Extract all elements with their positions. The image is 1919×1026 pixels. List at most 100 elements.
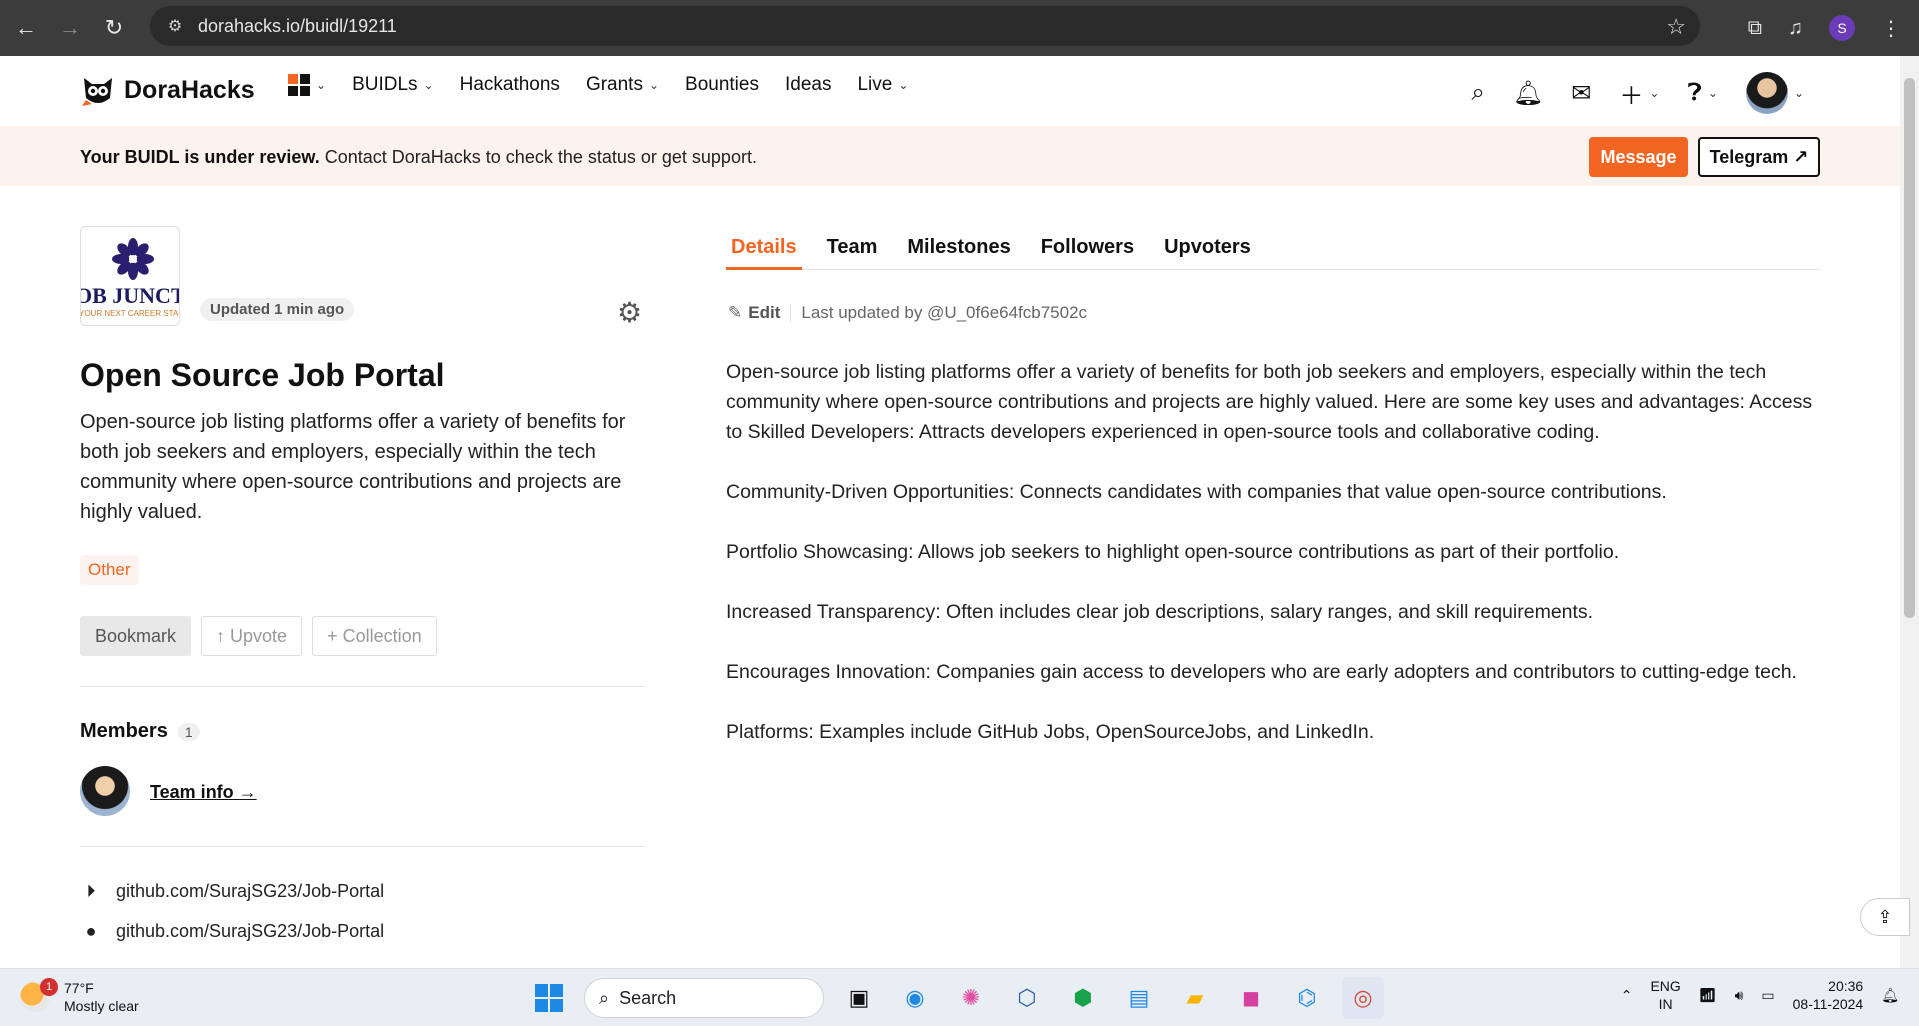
intellij-icon[interactable]: ◼: [1230, 977, 1272, 1019]
clock[interactable]: 20:36 08-11-2024: [1793, 977, 1864, 1013]
nav-ideas[interactable]: Ideas: [785, 74, 831, 96]
back-icon[interactable]: ←: [8, 10, 44, 46]
team-info-link[interactable]: Team info →: [150, 782, 257, 803]
edge-icon[interactable]: ◉: [894, 977, 936, 1019]
members-heading: Members 1: [80, 720, 200, 743]
add-collection-button[interactable]: + Collection: [312, 616, 437, 656]
nav-live[interactable]: Live ⌄: [857, 74, 908, 96]
mail-icon[interactable]: ✉: [1571, 79, 1591, 108]
edit-button[interactable]: Edit: [748, 303, 780, 323]
github-link[interactable]: ● github.com/SurajSG23/Job-Portal: [80, 920, 385, 942]
kaspersky-icon[interactable]: ⬢: [1062, 977, 1104, 1019]
windows-start-icon[interactable]: [528, 977, 570, 1019]
tab-details[interactable]: Details: [726, 236, 802, 270]
category-tag[interactable]: Other: [80, 555, 139, 585]
details-paragraph: Increased Transparency: Often includes c…: [726, 601, 1594, 623]
weather-widget[interactable]: 1 77°F Mostly clear: [20, 978, 139, 1015]
tab-team[interactable]: Team: [822, 236, 883, 270]
telegram-button[interactable]: Telegram ↗: [1698, 137, 1820, 177]
tab-upvoters[interactable]: Upvoters: [1159, 236, 1256, 270]
chevron-down-icon: ⌄: [1793, 86, 1804, 100]
help-menu[interactable]: ❓︎ ⌄: [1687, 79, 1718, 107]
nav-label: Grants: [585, 74, 643, 95]
project-logo-tagline: YOUR NEXT CAREER STARTS H: [80, 309, 179, 318]
gear-icon[interactable]: ⚙: [617, 296, 642, 329]
nav-label: Hackathons: [459, 74, 560, 95]
bookmark-button[interactable]: Bookmark: [80, 616, 192, 656]
member-avatar[interactable]: [80, 766, 130, 816]
chevron-down-icon: ⌄: [898, 78, 909, 92]
url-text[interactable]: dorahacks.io/buidl/19211: [198, 16, 397, 37]
task-view-icon[interactable]: ▣: [838, 977, 880, 1019]
github-icon: ●: [85, 920, 97, 941]
tab-followers[interactable]: Followers: [1036, 236, 1139, 270]
bell-icon[interactable]: 🔔︎: [1513, 79, 1543, 108]
language-indicator[interactable]: ENG IN: [1650, 977, 1680, 1013]
copilot-icon[interactable]: ✺: [950, 977, 992, 1019]
nav-buidls[interactable]: BUIDLs ⌄: [352, 74, 434, 96]
user-avatar: [1745, 72, 1788, 114]
taskbar: 1 77°F Mostly clear ⌕ Search ▣ ◉ ✺ ⬡ ⬢ ▤ …: [0, 968, 1919, 1026]
project-logo: OB JUNCTI YOUR NEXT CAREER STARTS H: [80, 226, 180, 326]
last-updated-text: Last updated by @U_0f6e64fcb7502c: [801, 303, 1088, 322]
project-link-text[interactable]: github.com/SurajSG23/Job-Portal: [116, 881, 384, 902]
time: 20:36: [1828, 978, 1864, 994]
browser-menu-icon[interactable]: ⋮: [1881, 16, 1901, 41]
dorahacks-logo[interactable]: DoraHacks: [80, 72, 255, 108]
scrollbar-thumb[interactable]: [1904, 78, 1915, 618]
owl-logo-icon: [82, 78, 112, 106]
browser-profile-avatar[interactable]: S: [1829, 15, 1855, 41]
chevron-down-icon: ⌄: [316, 78, 327, 92]
taskbar-search[interactable]: ⌕ Search: [584, 978, 824, 1018]
vscode-icon[interactable]: ⌬: [1286, 977, 1328, 1019]
vertical-scrollbar[interactable]: [1900, 56, 1919, 968]
chevron-down-icon: ⌄: [648, 78, 660, 92]
nav-hackathons[interactable]: Hackathons: [460, 74, 560, 96]
weather-temp: 77°F: [64, 980, 94, 996]
details-paragraph: Portfolio Showcasing: Allows job seekers…: [726, 541, 1620, 563]
play-circle-icon: ⏵: [86, 880, 96, 901]
address-bar[interactable]: ⚙ dorahacks.io/buidl/19211 ☆: [150, 6, 1700, 46]
taskbar-search-label: Search: [619, 987, 677, 1008]
nav-grants[interactable]: Grants ⌄: [586, 74, 659, 96]
share-icon[interactable]: ⇪: [1860, 898, 1910, 936]
notification-bell-icon[interactable]: 🔔︎: [1881, 987, 1899, 1004]
details-paragraph: Open-source job listing platforms offer …: [726, 361, 1813, 443]
media-control-icon[interactable]: ♫: [1788, 17, 1803, 40]
forward-icon[interactable]: →: [52, 10, 88, 46]
weather-desc: Mostly clear: [64, 998, 139, 1014]
members-count: 1: [177, 722, 200, 741]
tab-bar: Details Team Milestones Followers Upvote…: [726, 236, 1820, 270]
divider: [80, 686, 645, 687]
volume-icon[interactable]: 🔊︎: [1735, 987, 1744, 1004]
battery-icon[interactable]: ▭: [1761, 987, 1774, 1004]
github-link-text[interactable]: github.com/SurajSG23/Job-Portal: [116, 921, 384, 942]
nav-label: BUIDLs: [352, 74, 418, 95]
nav-bounties[interactable]: Bounties: [685, 74, 759, 96]
details-content: Open-source job listing platforms offer …: [726, 357, 1826, 777]
create-menu[interactable]: ＋ ⌄: [1619, 76, 1659, 111]
virtualbox-icon[interactable]: ⬡: [1006, 977, 1048, 1019]
brand-name[interactable]: DoraHacks: [124, 76, 255, 105]
chevron-down-icon: ⌄: [1649, 86, 1660, 100]
site-settings-icon[interactable]: ⚙: [164, 15, 186, 37]
wifi-icon[interactable]: 📶︎: [1699, 987, 1717, 1004]
chrome-icon[interactable]: ◎: [1342, 977, 1384, 1019]
bookmark-star-icon[interactable]: ☆: [1666, 14, 1686, 40]
user-menu[interactable]: ⌄: [1745, 72, 1804, 114]
notepad-icon[interactable]: ▤: [1118, 977, 1160, 1019]
message-button[interactable]: Message: [1589, 137, 1688, 177]
pencil-icon[interactable]: ✎: [728, 303, 742, 323]
weather-icon: 1: [20, 978, 58, 1012]
tab-milestones[interactable]: Milestones: [902, 236, 1015, 270]
file-explorer-icon[interactable]: ▰: [1174, 977, 1216, 1019]
project-link[interactable]: ⏵ github.com/SurajSG23/Job-Portal: [80, 880, 385, 902]
chevron-up-icon[interactable]: ⌃: [1621, 987, 1633, 1004]
search-icon: ⌕: [599, 987, 610, 1008]
apps-menu[interactable]: ⌄: [288, 74, 326, 96]
reload-icon[interactable]: ↻: [96, 10, 132, 46]
chevron-down-icon: ⌄: [423, 78, 434, 92]
search-icon[interactable]: ⌕: [1471, 79, 1484, 107]
extensions-icon[interactable]: ⧉: [1748, 17, 1762, 40]
upvote-button[interactable]: ↑ Upvote: [201, 616, 303, 656]
